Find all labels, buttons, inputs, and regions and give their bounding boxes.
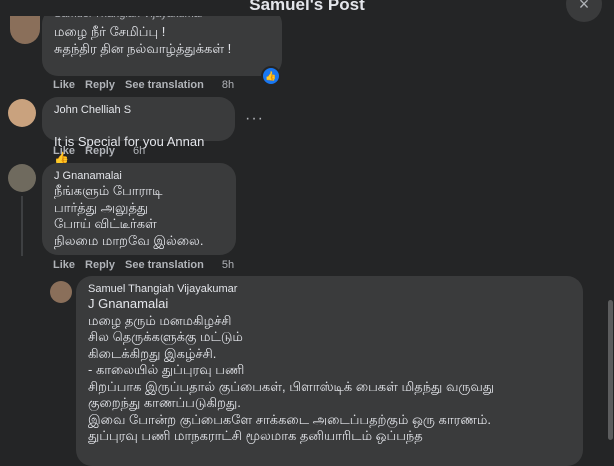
like-button[interactable]: Like (53, 145, 75, 157)
reply-button[interactable]: Reply (85, 79, 115, 91)
reply-button[interactable]: Reply (85, 259, 115, 271)
scrollbar[interactable] (608, 300, 613, 440)
avatar[interactable] (8, 99, 36, 127)
comment-bubble: John Chelliah S It is Special for you An… (42, 97, 235, 165)
comment-bubble: Samuel Thangiah Vijayakumar மழை நீர் சேம… (42, 8, 282, 76)
reply-button[interactable]: Reply (85, 145, 115, 157)
comment-actions: Like Reply See translation 8h (53, 79, 234, 91)
avatar[interactable] (50, 281, 72, 303)
like-reaction-icon[interactable]: 👍 (261, 66, 281, 86)
thread-line (21, 196, 23, 256)
comment-time[interactable]: 6h (133, 145, 145, 157)
comment-bubble: Samuel Thangiah Vijayakumar J Gnanamalai… (76, 276, 583, 466)
post-header: Samuel's Post × (0, 0, 614, 22)
comment-text: மழை தரும் மனமகிழச்சி சில தெருக்களுக்கு ம… (88, 312, 495, 444)
see-translation-link[interactable]: See translation (125, 79, 204, 91)
close-button[interactable]: × (566, 0, 602, 22)
comment-bubble: J Gnanamalai நீங்களும் போராடி பார்த்து அ… (42, 163, 236, 255)
like-button[interactable]: Like (53, 259, 75, 271)
see-translation-link[interactable]: See translation (125, 259, 204, 271)
mention-link[interactable]: J Gnanamalai (88, 296, 571, 313)
comment-actions: Like Reply See translation 5h (53, 259, 234, 271)
comment-text: மழை நீர் சேமிப்பு ! சுதந்திர தின நல்வாழ்… (54, 24, 232, 56)
more-options-icon[interactable]: ··· (245, 110, 264, 128)
avatar[interactable] (8, 164, 36, 192)
comment-time[interactable]: 8h (222, 79, 234, 91)
comment-text: நீங்களும் போராடி பார்த்து அலுத்து போய் வ… (54, 183, 204, 248)
comment-author[interactable]: John Chelliah S (54, 103, 223, 117)
like-button[interactable]: Like (53, 79, 75, 91)
comment-time[interactable]: 5h (222, 259, 234, 271)
comment-actions: Like Reply 6h (53, 145, 145, 157)
avatar[interactable] (10, 16, 40, 44)
comment-author[interactable]: Samuel Thangiah Vijayakumar (88, 282, 571, 296)
comment-author[interactable]: J Gnanamalai (54, 169, 224, 183)
close-icon: × (578, 0, 590, 14)
post-title: Samuel's Post (249, 0, 365, 14)
